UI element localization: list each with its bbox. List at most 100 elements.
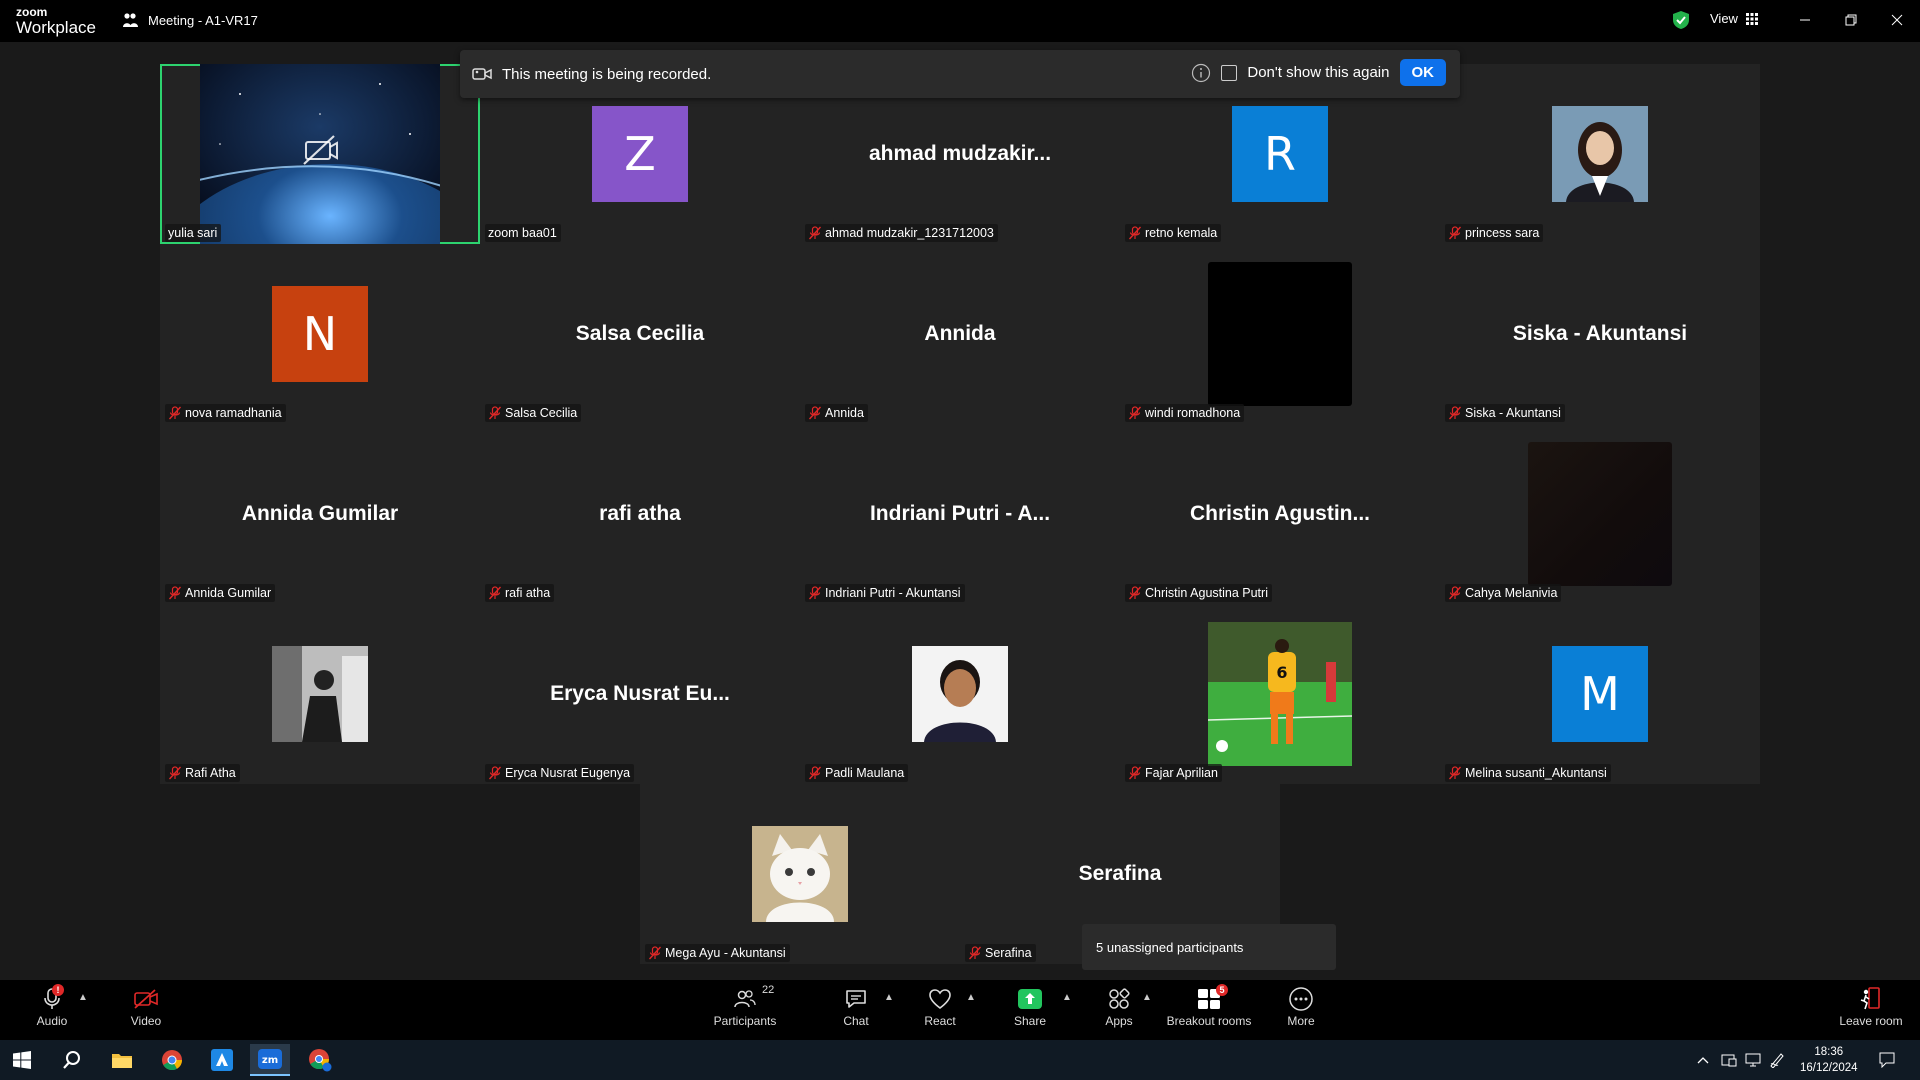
name-tag: windi romadhona [1125, 404, 1245, 422]
ok-button[interactable]: OK [1399, 59, 1446, 86]
portrait-man-photo-icon [912, 646, 1008, 742]
muted-mic-icon [1128, 586, 1142, 600]
show-hidden-icons-icon[interactable] [1690, 1044, 1716, 1076]
video-feed [1528, 442, 1672, 586]
participant-tile-princess-sara[interactable]: princess sara [1440, 64, 1760, 244]
meeting-title[interactable]: Meeting - A1-VR17 [122, 12, 258, 28]
notifications-icon[interactable] [1872, 1044, 1902, 1076]
muted-mic-icon [968, 946, 982, 960]
participant-name: Annida Gumilar [185, 586, 272, 600]
breakout-label: Breakout rooms [1166, 1014, 1252, 1028]
participant-tile-eryca-nusrat-eugenya[interactable]: Eryca Nusrat Eu... Eryca Nusrat Eugenya [480, 604, 800, 784]
share-button[interactable]: Share [1010, 984, 1050, 1028]
view-button[interactable]: View [1710, 11, 1758, 26]
restore-icon[interactable] [1839, 8, 1863, 32]
security-shield-icon[interactable] [1672, 10, 1690, 30]
audio-button[interactable]: ! Audio [34, 984, 70, 1028]
zoom-taskbar-icon[interactable]: zm [250, 1044, 290, 1076]
participant-tile-salsa-cecilia[interactable]: Salsa Cecilia Salsa Cecilia [480, 244, 800, 424]
participant-tile-indriani-putri-akuntansi[interactable]: Indriani Putri - A... Indriani Putri - Ak… [800, 424, 1120, 604]
chrome-zoom-icon[interactable] [300, 1044, 340, 1076]
participant-name: Fajar Aprilian [1145, 766, 1218, 780]
info-icon[interactable] [1191, 63, 1211, 83]
azure-data-studio-icon[interactable] [202, 1044, 242, 1076]
participant-name: Eryca Nusrat Eugenya [505, 766, 631, 780]
participant-name: princess sara [1465, 226, 1540, 240]
clock-time: 18:36 [1814, 1046, 1844, 1058]
share-options-caret-icon[interactable]: ▲ [1062, 992, 1072, 1003]
participant-name: Indriani Putri - Akuntansi [825, 586, 961, 600]
name-tag: princess sara [1445, 224, 1544, 242]
share-label: Share [1013, 1014, 1047, 1028]
participant-tile-windi-romadhona[interactable]: windi romadhona [1120, 244, 1440, 424]
windows-start-icon[interactable] [2, 1044, 42, 1076]
muted-mic-icon [488, 766, 502, 780]
more-label: More [1287, 1014, 1315, 1028]
apps-label: Apps [1105, 1014, 1133, 1028]
participant-name: zoom baa01 [488, 226, 557, 240]
recording-camera-icon [472, 68, 492, 80]
participant-tile-cahya-melanivia[interactable]: Cahya Melanivia [1440, 424, 1760, 604]
muted-mic-icon [1128, 406, 1142, 420]
more-button[interactable]: More [1284, 984, 1318, 1028]
chat-button[interactable]: Chat [838, 984, 874, 1028]
soccer-player-photo-icon: 6 [1208, 622, 1352, 766]
participant-tile-rafi-atha[interactable]: Rafi Atha [160, 604, 480, 784]
display-name: Serafina [1078, 862, 1162, 885]
apps-button[interactable]: Apps [1102, 984, 1136, 1028]
participants-button[interactable]: 22 Participants [712, 984, 778, 1028]
participant-tile-annida[interactable]: Annida Annida [800, 244, 1120, 424]
leave-room-button[interactable]: Leave room [1838, 984, 1904, 1028]
close-icon[interactable] [1885, 8, 1909, 32]
participant-tile-rafi-atha[interactable]: rafi atha rafi atha [480, 424, 800, 604]
svg-text:6: 6 [1276, 663, 1287, 682]
white-cat-photo-icon [752, 826, 848, 922]
participant-tile-siska-akuntansi[interactable]: Siska - Akuntansi Siska - Akuntansi [1440, 244, 1760, 424]
react-button[interactable]: React [920, 984, 960, 1028]
video-button[interactable]: Video [128, 984, 164, 1028]
participant-tile-mega-ayu-akuntansi[interactable]: Mega Ayu - Akuntansi [640, 784, 960, 964]
muted-mic-icon [808, 226, 822, 240]
minimize-icon[interactable] [1793, 8, 1817, 32]
muted-mic-icon [488, 406, 502, 420]
title-bar: zoom Workplace Meeting - A1-VR17 View [0, 0, 1920, 42]
react-options-caret-icon[interactable]: ▲ [966, 992, 976, 1003]
muted-mic-icon [1448, 226, 1462, 240]
brand-top: zoom [16, 5, 48, 19]
breakout-badge: 5 [1216, 984, 1228, 996]
name-tag: ahmad mudzakir_1231712003 [805, 224, 998, 242]
dont-show-label[interactable]: Don't show this again [1247, 64, 1389, 81]
file-explorer-icon[interactable] [102, 1044, 142, 1076]
participant-tile-nova-ramadhania[interactable]: Nnova ramadhania [160, 244, 480, 424]
leave-room-icon [1860, 987, 1880, 1010]
brand-bottom: Workplace [16, 18, 96, 37]
participant-name: rafi atha [505, 586, 551, 600]
participant-tile-melina-susanti-akuntansi[interactable]: M Melina susanti_Akuntansi [1440, 604, 1760, 784]
avatar-letter: M [1552, 646, 1648, 742]
muted-mic-icon [1128, 226, 1142, 240]
participant-tile-padli-maulana[interactable]: Padli Maulana [800, 604, 1120, 784]
breakout-rooms-button[interactable]: 5 Breakout rooms [1166, 984, 1252, 1028]
participant-tile-fajar-aprilian[interactable]: 6 Fajar Aprilian [1120, 604, 1440, 784]
chrome-icon[interactable] [152, 1044, 192, 1076]
security-tray-icon[interactable] [1716, 1044, 1742, 1076]
apps-options-caret-icon[interactable]: ▲ [1142, 992, 1152, 1003]
heart-react-icon [929, 989, 951, 1010]
windows-taskbar: zm 18:36 16/12/2024 [0, 1040, 1920, 1080]
system-clock[interactable]: 18:36 16/12/2024 [1800, 1044, 1858, 1076]
network-icon[interactable] [1740, 1044, 1766, 1076]
participant-name: windi romadhona [1145, 406, 1241, 420]
participant-tile-christin-agustina-putri[interactable]: Christin Agustin... Christin Agustina Put… [1120, 424, 1440, 604]
chat-options-caret-icon[interactable]: ▲ [884, 992, 894, 1003]
dont-show-checkbox[interactable] [1221, 64, 1238, 81]
name-tag: retno kemala [1125, 224, 1222, 242]
muted-mic-icon [488, 586, 502, 600]
search-icon[interactable] [52, 1044, 92, 1076]
audio-options-caret-icon[interactable]: ▲ [78, 992, 88, 1003]
participant-name: Salsa Cecilia [505, 406, 578, 420]
more-icon [1289, 987, 1313, 1011]
pen-tray-icon[interactable] [1764, 1044, 1790, 1076]
participant-tile-yulia-sari[interactable]: yulia sari [149, 64, 510, 424]
participant-tile-annida-gumilar[interactable]: Annida Gumilar Annida Gumilar [160, 424, 480, 604]
portrait-woman-photo-icon [1552, 106, 1648, 202]
